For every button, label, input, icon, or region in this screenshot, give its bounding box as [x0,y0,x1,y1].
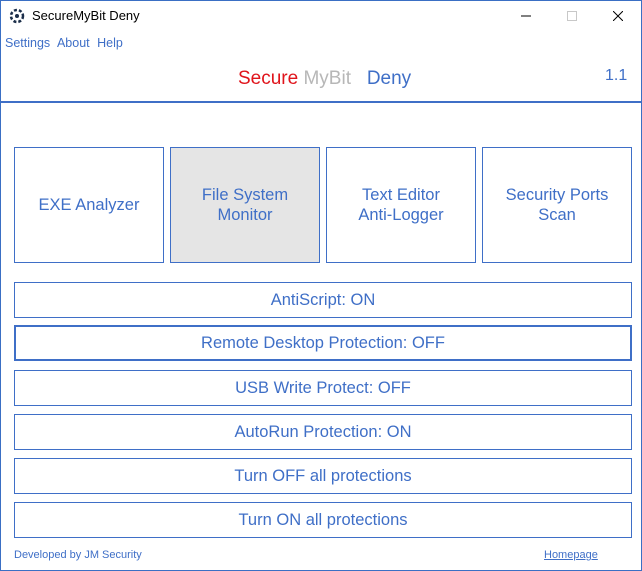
button-label: Turn OFF all protections [234,466,412,485]
app-window: SecureMyBit Deny Settings About Help Sec… [0,0,642,571]
app-header: Secure MyBit Deny 1.1 [1,57,641,101]
menu-bar: Settings About Help [5,36,127,54]
close-icon [613,11,623,21]
header-divider [1,101,641,103]
minimize-button[interactable] [503,1,549,31]
button-label: AntiScript: ON [270,290,376,309]
button-label: Remote Desktop Protection: OFF [201,333,445,352]
exe-analyzer-button[interactable]: EXE Analyzer [14,147,164,263]
homepage-link[interactable]: Homepage [544,549,598,561]
antiscript-toggle-button[interactable]: AntiScript: ON [14,282,632,318]
tile-label: Text Editor Anti-Logger [358,186,444,224]
usb-write-protect-button[interactable]: USB Write Protect: OFF [14,370,632,406]
brand-title: Secure MyBit Deny [238,68,411,90]
brand-secure: Secure [238,68,299,89]
brand-mybit: MyBit [303,68,351,89]
turn-on-all-button[interactable]: Turn ON all protections [14,502,632,538]
turn-off-all-button[interactable]: Turn OFF all protections [14,458,632,494]
menu-settings[interactable]: Settings [5,36,50,50]
tile-label: EXE Analyzer [38,196,140,214]
window-title: SecureMyBit Deny [32,8,140,23]
button-label: AutoRun Protection: ON [234,422,412,441]
app-logo-icon [9,8,25,24]
autorun-protection-button[interactable]: AutoRun Protection: ON [14,414,632,450]
remote-desktop-protection-button[interactable]: Remote Desktop Protection: OFF [14,325,632,361]
maximize-button[interactable] [549,1,595,31]
developer-credit: Developed by JM Security [14,549,142,561]
minimize-icon [521,15,531,17]
security-ports-scan-button[interactable]: Security Ports Scan [482,147,632,263]
file-system-monitor-button[interactable]: File System Monitor [170,147,320,263]
button-label: Turn ON all protections [238,510,408,529]
brand-deny: Deny [366,68,412,89]
tile-label: Security Ports Scan [505,186,609,224]
button-label: USB Write Protect: OFF [235,378,411,397]
close-button[interactable] [595,1,641,31]
menu-about[interactable]: About [57,36,90,50]
text-editor-anti-logger-button[interactable]: Text Editor Anti-Logger [326,147,476,263]
menu-help[interactable]: Help [97,36,123,50]
title-bar[interactable]: SecureMyBit Deny [1,1,641,31]
tile-label: File System Monitor [201,186,289,224]
maximize-icon [567,11,577,21]
version-label: 1.1 [605,67,628,84]
